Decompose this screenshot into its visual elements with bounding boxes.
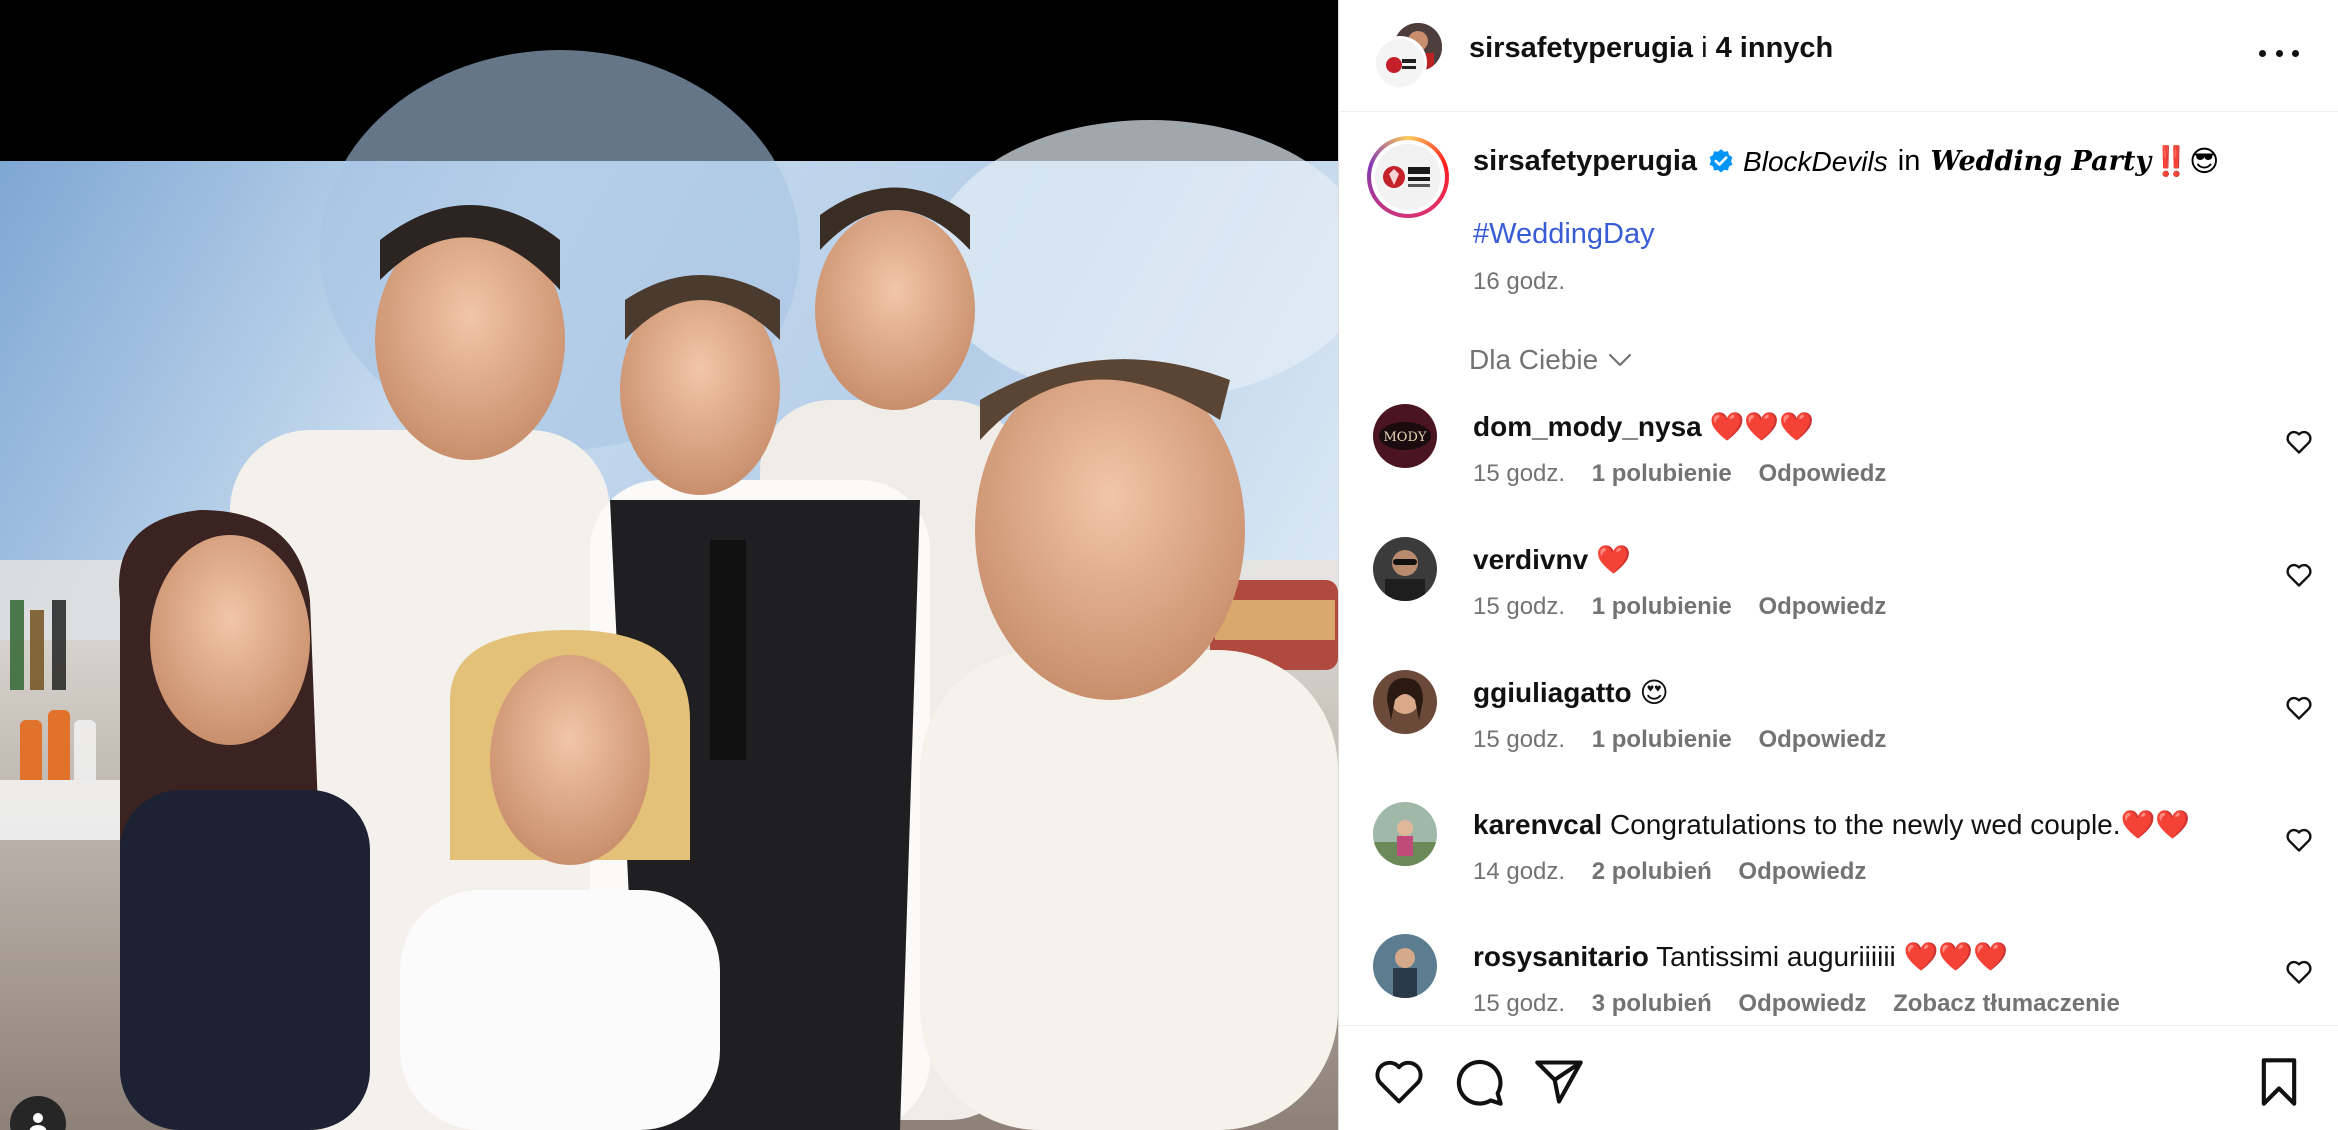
avatar[interactable]	[1373, 670, 1437, 734]
comment-time[interactable]: 15 godz.	[1473, 460, 1565, 487]
svg-text:MODY: MODY	[1384, 430, 1427, 445]
comments-panel: sirsafetyperugia i 4 innych sirsafetyper…	[1338, 0, 2338, 1130]
heart-icon[interactable]	[2285, 694, 2313, 722]
avatar[interactable]	[1373, 802, 1437, 866]
comment-text: 😍	[1639, 677, 1669, 708]
comment-text: ❤️❤️❤️	[1709, 411, 1815, 442]
comment-button[interactable]	[1453, 1056, 1505, 1108]
comment-text: ❤️	[1595, 544, 1631, 575]
comment-time[interactable]: 15 godz.	[1473, 990, 1565, 1017]
user-tag-icon	[29, 1113, 47, 1130]
more-horizontal-icon	[2259, 49, 2266, 57]
author-username[interactable]: sirsafetyperugia	[1469, 32, 1693, 64]
like-button[interactable]	[1373, 1056, 1425, 1108]
reply-button[interactable]: Odpowiedz	[1758, 460, 1886, 487]
send-icon	[1535, 1060, 1583, 1104]
post-author-line[interactable]: sirsafetyperugia i 4 innych	[1469, 32, 1833, 65]
comment-likes[interactable]: 1 polubienie	[1592, 726, 1732, 753]
post-photo-pane	[0, 0, 1338, 1130]
caption-emoji: ‼️😎	[2153, 146, 2220, 178]
comment-username[interactable]: ggiuliagatto	[1473, 677, 1632, 708]
more-options-button[interactable]	[2259, 38, 2299, 68]
chevron-down-icon	[1609, 353, 1632, 367]
collab-avatars[interactable]	[1373, 20, 1445, 90]
post-header: sirsafetyperugia i 4 innych	[1339, 0, 2338, 112]
comment-likes[interactable]: 1 polubienie	[1592, 593, 1732, 620]
author-joiner: i	[1701, 32, 1708, 64]
comment-item: ggiuliagatto 😍 15 godz. 1 polubienie Odp…	[1339, 670, 2338, 780]
comment-username[interactable]: dom_mody_nysa	[1473, 411, 1702, 442]
avatar[interactable]	[1373, 934, 1437, 998]
caption-timestamp[interactable]: 16 godz.	[1473, 268, 1565, 296]
comment-time[interactable]: 15 godz.	[1473, 593, 1565, 620]
caption-text: sirsafetyperugia BlockDevils in Wedding …	[1473, 144, 2219, 179]
reply-button[interactable]: Odpowiedz	[1738, 858, 1866, 885]
avatar	[1373, 36, 1427, 90]
bookmark-icon	[2261, 1058, 2297, 1106]
comment-time[interactable]: 14 godz.	[1473, 858, 1565, 885]
comment-item: MODY dom_mody_nysa ❤️❤️❤️ 15 godz. 1 pol…	[1339, 404, 2338, 514]
comment-likes[interactable]: 2 polubień	[1592, 858, 1712, 885]
post-action-bar	[1339, 1025, 2338, 1130]
caption-hashtag[interactable]: #WeddingDay	[1473, 218, 1655, 251]
comment-text: Congratulations to the newly wed couple.…	[1610, 809, 2191, 840]
sort-label: Dla Ciebie	[1469, 344, 1599, 375]
comment-text: Tantissimi auguriiiiii ❤️❤️❤️	[1656, 941, 2009, 972]
post-photo[interactable]	[0, 0, 1338, 1130]
comments-sort-toggle[interactable]: Dla Ciebie	[1469, 344, 1632, 376]
comment-item: verdivnv ❤️ 15 godz. 1 polubienie Odpowi…	[1339, 537, 2338, 647]
reply-button[interactable]: Odpowiedz	[1758, 593, 1886, 620]
caption-avatar[interactable]	[1367, 136, 1449, 218]
comment-time[interactable]: 15 godz.	[1473, 726, 1565, 753]
collaborators-count[interactable]: 4 innych	[1716, 32, 1834, 64]
avatar[interactable]	[1373, 537, 1437, 601]
comment-username[interactable]: verdivnv	[1473, 544, 1588, 575]
heart-icon[interactable]	[2285, 958, 2313, 986]
reply-button[interactable]: Odpowiedz	[1738, 990, 1866, 1017]
verified-badge-icon	[1709, 148, 1733, 172]
heart-icon	[1375, 1060, 1423, 1104]
see-translation-button[interactable]: Zobacz tłumaczenie	[1893, 990, 2120, 1017]
caption-in: in	[1897, 145, 1921, 177]
avatar[interactable]: MODY	[1373, 404, 1437, 468]
heart-icon[interactable]	[2285, 826, 2313, 854]
caption-mention: BlockDevils	[1743, 145, 1888, 177]
comment-likes[interactable]: 3 polubień	[1592, 990, 1712, 1017]
caption-location: Wedding Party	[1930, 146, 2152, 177]
sir-logo-icon	[1375, 144, 1441, 210]
comment-item: karenvcal Congratulations to the newly w…	[1339, 802, 2338, 912]
caption-username[interactable]: sirsafetyperugia	[1473, 145, 1697, 178]
comment-icon	[1456, 1059, 1503, 1106]
comment-username[interactable]: karenvcal	[1473, 809, 1602, 840]
comment-likes[interactable]: 1 polubienie	[1592, 460, 1732, 487]
heart-icon[interactable]	[2285, 561, 2313, 589]
share-button[interactable]	[1533, 1056, 1585, 1108]
heart-icon[interactable]	[2285, 428, 2313, 456]
reply-button[interactable]: Odpowiedz	[1758, 726, 1886, 753]
save-button[interactable]	[2253, 1056, 2305, 1108]
comment-username[interactable]: rosysanitario	[1473, 941, 1649, 972]
